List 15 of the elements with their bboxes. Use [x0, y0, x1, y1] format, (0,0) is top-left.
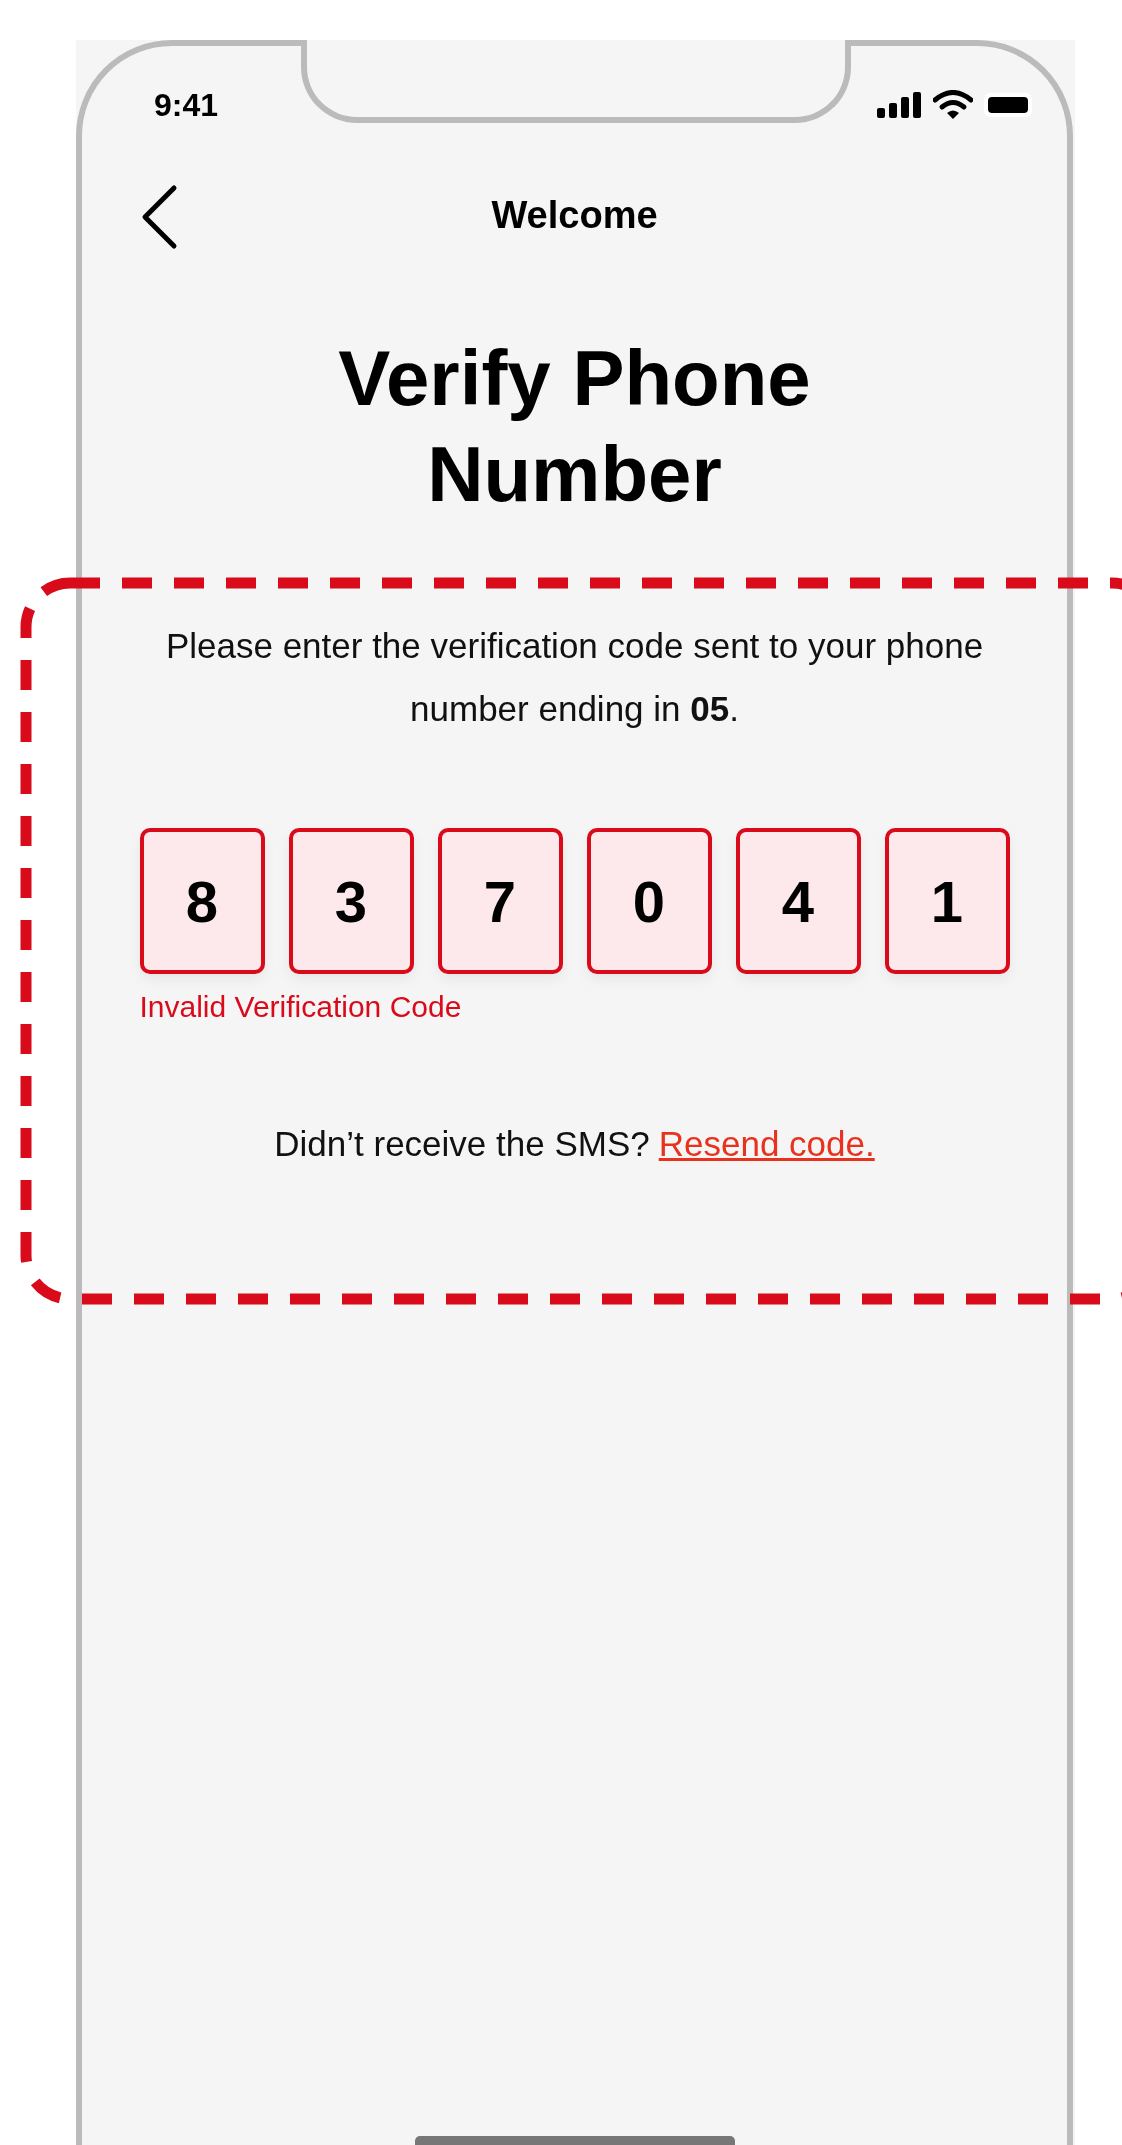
code-digit-field[interactable]: 0 — [586, 828, 712, 974]
error-message: Invalid Verification Code — [139, 990, 462, 1024]
code-digit-field[interactable]: 1 — [884, 828, 1010, 974]
resend-prompt: Didn’t receive the SMS? — [274, 1124, 650, 1164]
code-digit-field[interactable]: 8 — [139, 828, 265, 974]
wifi-icon — [933, 90, 973, 120]
code-digit-field[interactable]: 4 — [735, 828, 861, 974]
status-time: 9:41 — [154, 86, 219, 124]
instructions-text: Please enter the verification code sent to your phone number ending in 05. — [164, 625, 985, 730]
resend-link[interactable]: Resend code. — [658, 1124, 875, 1164]
code-digit-field[interactable]: 3 — [288, 828, 414, 974]
page-heading: Verify Phone Number — [337, 333, 812, 520]
code-digit-field[interactable]: 7 — [437, 828, 563, 974]
nav-title: Welcome — [491, 193, 658, 237]
signal-icon — [877, 92, 923, 118]
